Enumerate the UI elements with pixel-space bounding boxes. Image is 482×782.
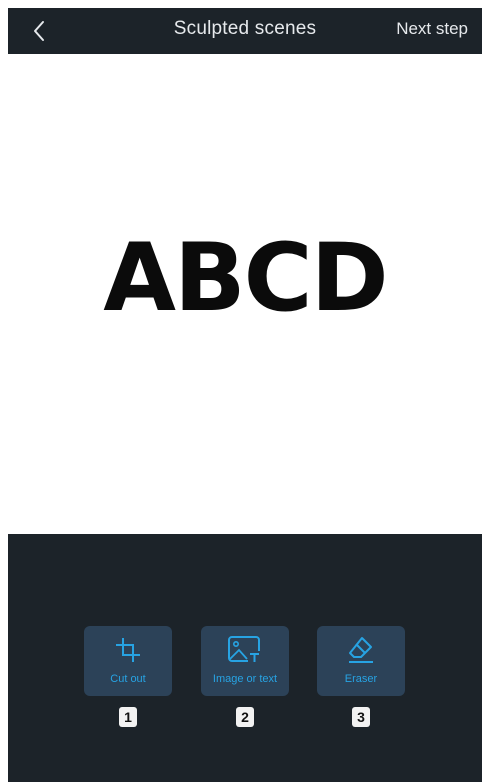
eraser-label: Eraser — [344, 673, 378, 685]
cut-out-label: Cut out — [110, 673, 146, 685]
crop-icon — [112, 634, 144, 666]
top-bar: Sculpted scenes Next step — [8, 8, 482, 54]
image-or-text-label: Image or text — [212, 673, 278, 685]
step-badge-3: 3 — [352, 707, 370, 727]
step-badge-1: 1 — [119, 707, 137, 727]
eraser-button[interactable]: Eraser — [317, 626, 405, 696]
image-text-icon — [225, 634, 265, 666]
cut-out-button[interactable]: Cut out — [84, 626, 172, 696]
step-badge-2: 2 — [236, 707, 254, 727]
canvas-text[interactable]: ABCD — [8, 232, 482, 326]
editing-canvas[interactable]: ABCD — [8, 54, 482, 534]
image-or-text-button[interactable]: Image or text — [201, 626, 289, 696]
tool-bar: Cut out Image or text Eraser 1 2 3 — [8, 534, 482, 782]
eraser-icon — [345, 634, 377, 666]
phone-screen: Sculpted scenes Next step ABCD Cut out I… — [8, 8, 482, 782]
next-step-button[interactable]: Next step — [396, 19, 468, 39]
